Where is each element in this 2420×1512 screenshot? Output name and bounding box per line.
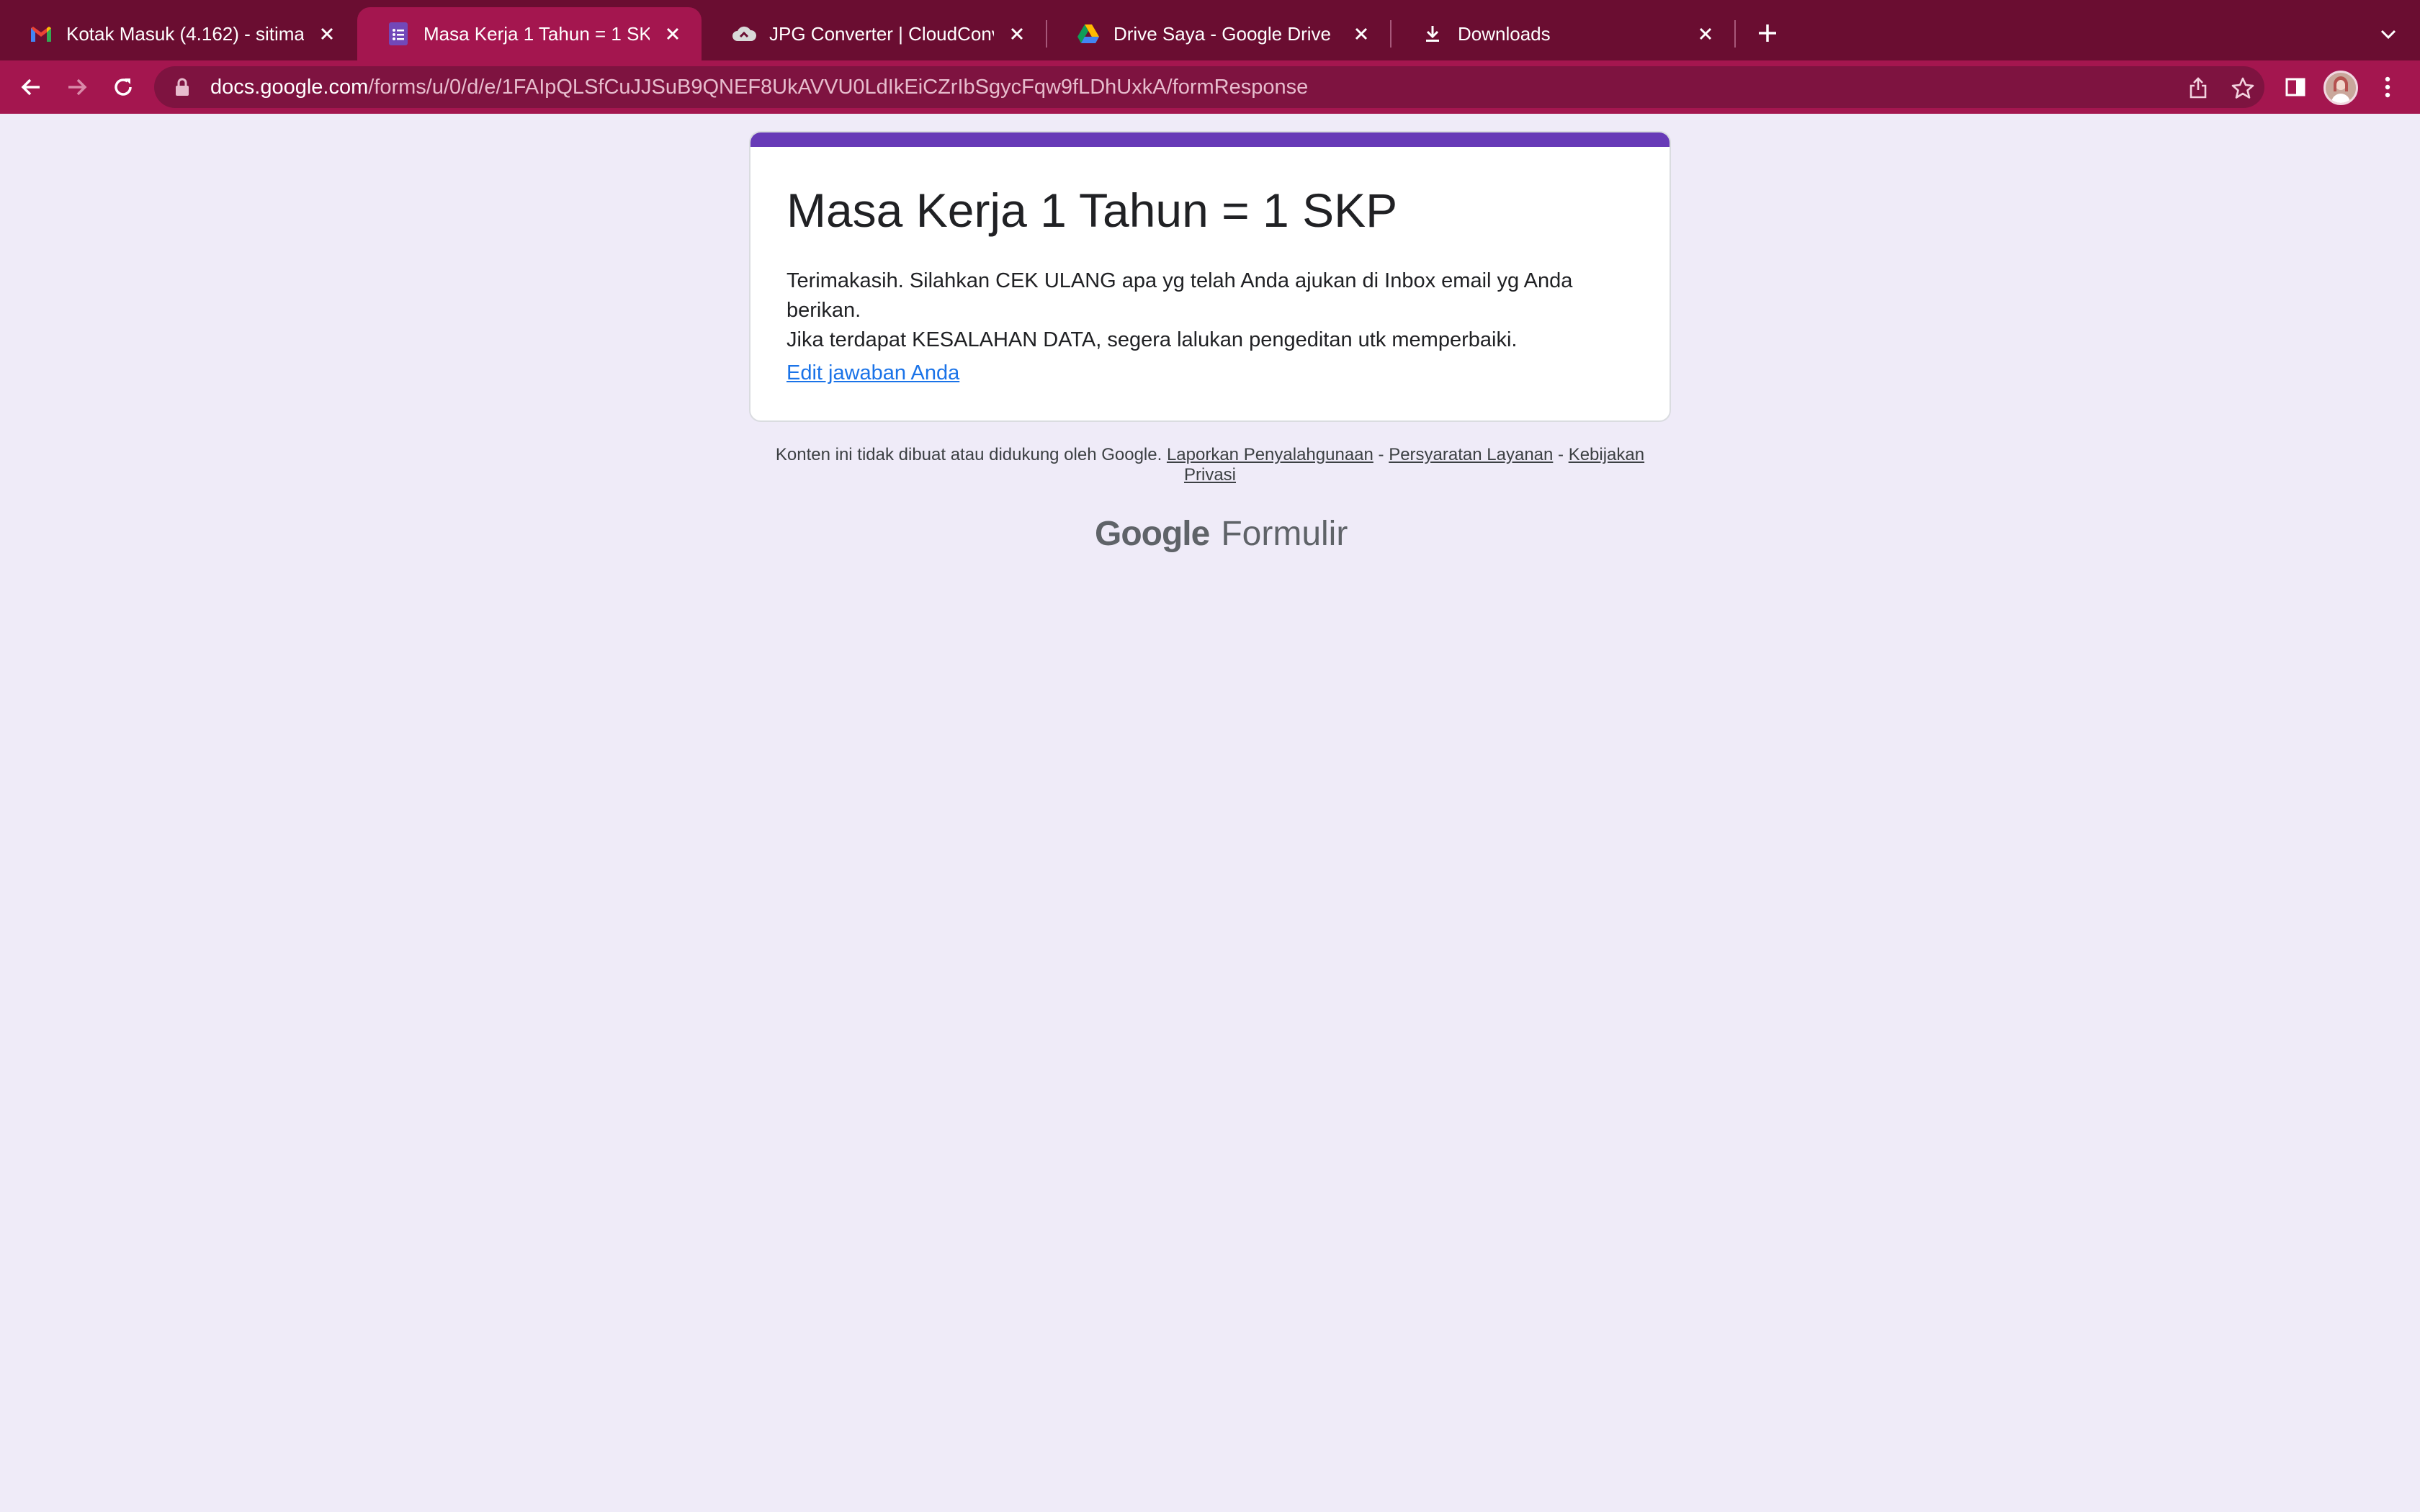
forms-wordmark: Formulir [1221,515,1348,553]
tab-title: Kotak Masuk (4.162) - sitimasitah [66,22,304,45]
share-icon[interactable] [2184,73,2213,102]
close-icon[interactable] [1348,21,1374,47]
confirmation-line-1: Terimakasih. Silahkan CEK ULANG apa yg t… [786,269,1573,322]
tab-separator [1734,20,1736,48]
tab-title: Downloads [1458,22,1551,45]
reload-icon [115,78,132,96]
cloudconvert-icon [732,22,756,46]
forward-button[interactable] [59,69,95,105]
close-icon[interactable] [660,21,686,47]
profile-avatar[interactable] [2323,71,2358,105]
form-response-card: Masa Kerja 1 Tahun = 1 SKP Terimakasih. … [749,131,1671,422]
gmail-icon [29,22,53,46]
plus-icon [1759,24,1776,42]
footer-separator: - [1373,445,1389,464]
form-title: Masa Kerja 1 Tahun = 1 SKP [786,184,1398,237]
url-text: docs.google.com/forms/u/0/d/e/1FAIpQLSfC… [210,76,1308,99]
disclaimer-text: Konten ini tidak dibuat atau didukung ol… [775,445,1162,464]
close-icon[interactable] [1004,21,1030,47]
footer-separator: - [1553,445,1569,464]
address-bar[interactable]: docs.google.com/forms/u/0/d/e/1FAIpQLSfC… [154,66,2264,108]
side-panel-button[interactable] [2277,69,2313,105]
back-button[interactable] [13,69,49,105]
new-tab-button[interactable] [1750,16,1785,50]
side-panel-icon [2285,78,2305,96]
page-content: Masa Kerja 1 Tahun = 1 SKP Terimakasih. … [0,114,2420,1512]
tab-cloudconvert[interactable]: JPG Converter | CloudConvert [703,7,1046,60]
close-icon[interactable] [1693,21,1718,47]
more-vertical-icon [2385,76,2390,98]
footer-disclaimer: Konten ini tidak dibuat atau didukung ol… [749,445,1671,485]
tab-title: JPG Converter | CloudConvert [769,22,994,45]
download-icon [1420,22,1445,46]
form-accent-bar [750,132,1670,147]
tab-google-drive[interactable]: Drive Saya - Google Drive [1047,7,1390,60]
bookmark-star-icon[interactable] [2228,73,2257,102]
arrow-left-icon [21,78,40,96]
reload-button[interactable] [105,69,141,105]
tab-gmail[interactable]: Kotak Masuk (4.162) - sitimasitah [0,7,356,60]
report-abuse-link[interactable]: Laporkan Penyalahgunaan [1167,445,1373,464]
browser-toolbar: docs.google.com/forms/u/0/d/e/1FAIpQLSfC… [0,60,2420,114]
google-forms-logo[interactable]: Google Formulir [1095,514,1348,557]
browser-menu-button[interactable] [2370,69,2406,105]
google-forms-icon [386,22,411,46]
form-confirmation-message: Terimakasih. Silahkan CEK ULANG apa yg t… [786,266,1651,355]
tab-google-forms[interactable]: Masa Kerja 1 Tahun = 1 SKP [357,7,702,60]
google-wordmark: Google [1095,515,1210,553]
edit-response-link[interactable]: Edit jawaban Anda [786,361,959,385]
url-path: /forms/u/0/d/e/1FAIpQLSfCuJJSuB9QNEF8UkA… [368,75,1309,99]
profile-photo-icon [2326,73,2356,103]
tab-strip: Kotak Masuk (4.162) - sitimasitah Masa K… [0,0,2420,60]
lock-icon[interactable] [171,76,193,98]
url-host: docs.google.com [210,75,369,99]
tab-search-button[interactable] [2374,20,2403,49]
close-icon[interactable] [314,21,340,47]
tab-title: Masa Kerja 1 Tahun = 1 SKP [424,22,650,45]
terms-link[interactable]: Persyaratan Layanan [1389,445,1553,464]
chevron-down-icon [2380,30,2396,40]
google-drive-icon [1076,22,1101,46]
arrow-right-icon [68,78,87,96]
tab-downloads[interactable]: Downloads [1392,7,1734,60]
tab-title: Drive Saya - Google Drive [1113,22,1331,45]
confirmation-line-2: Jika terdapat KESALAHAN DATA, segera lal… [786,328,1518,351]
